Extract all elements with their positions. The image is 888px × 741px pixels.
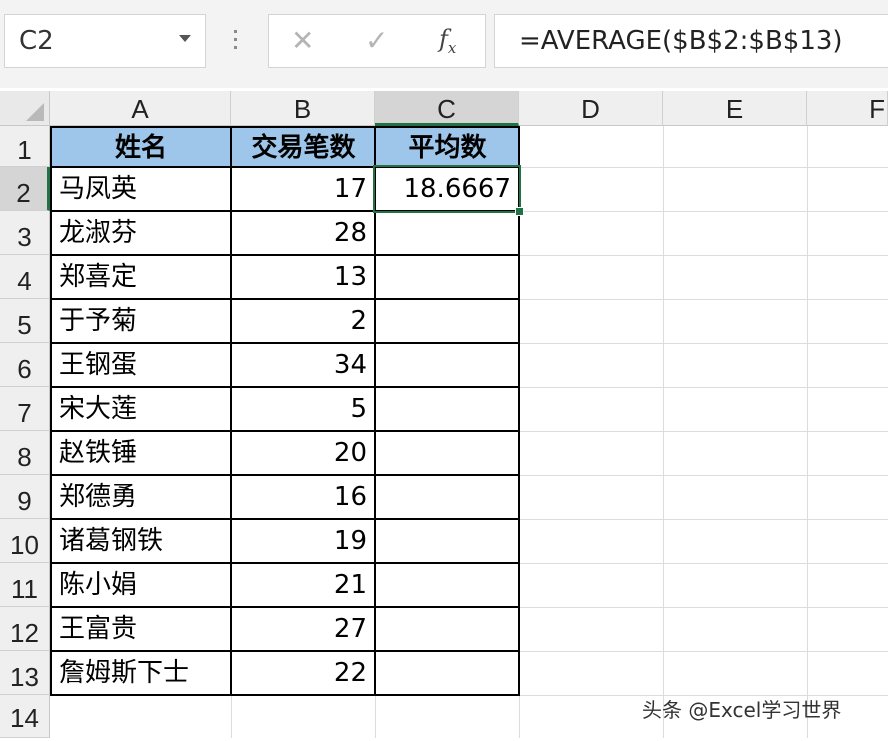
table-border	[50, 694, 520, 696]
chevron-down-icon[interactable]	[179, 35, 191, 42]
table-border	[50, 342, 520, 344]
cell-name[interactable]: 诸葛钢铁	[51, 519, 231, 563]
row-header[interactable]: 3	[0, 211, 50, 255]
cell-name[interactable]: 马凤英	[51, 167, 231, 211]
name-box-value: C2	[19, 26, 54, 56]
column-header-a[interactable]: A	[50, 91, 231, 126]
column-header-e[interactable]: E	[663, 91, 807, 126]
cell-count[interactable]: 28	[232, 211, 375, 255]
table-border	[50, 518, 520, 520]
column-header-c[interactable]: C	[375, 91, 519, 126]
row-header[interactable]: 12	[0, 607, 50, 651]
table-border	[50, 298, 520, 300]
cell-a1[interactable]: 姓名	[51, 127, 231, 167]
cell-count[interactable]: 17	[232, 167, 375, 211]
formula-text: =AVERAGE($B$2:$B$13)	[519, 26, 843, 56]
cell-name[interactable]: 王钢蛋	[51, 343, 231, 387]
cell-name[interactable]: 王富贵	[51, 607, 231, 651]
cancel-icon[interactable]: ✕	[291, 24, 314, 57]
row-header[interactable]: 1	[0, 126, 50, 167]
row-header[interactable]: 2	[0, 167, 50, 211]
cell-count[interactable]: 5	[232, 387, 375, 431]
cell-name[interactable]: 赵铁锤	[51, 431, 231, 475]
cell-count[interactable]: 34	[232, 343, 375, 387]
gridline	[807, 126, 808, 738]
cell-name[interactable]: 陈小娟	[51, 563, 231, 607]
cell-count[interactable]: 22	[232, 651, 375, 695]
formula-bar-area: C2 ✕ ✓ fx =AVERAGE($B$2:$B$13)	[0, 0, 888, 88]
cell-name[interactable]: 詹姆斯下士	[51, 651, 231, 695]
table-border	[50, 650, 520, 652]
table-border	[50, 562, 520, 564]
row-header[interactable]: 14	[0, 695, 50, 738]
name-box[interactable]: C2	[4, 14, 206, 68]
cell-name[interactable]: 郑喜定	[51, 255, 231, 299]
row-header[interactable]: 4	[0, 255, 50, 299]
cell-count[interactable]: 2	[232, 299, 375, 343]
row-header[interactable]: 13	[0, 651, 50, 695]
row-header[interactable]: 8	[0, 431, 50, 475]
row-header[interactable]: 6	[0, 343, 50, 387]
gridline	[663, 126, 664, 738]
select-all-button[interactable]	[0, 91, 50, 126]
table-border	[50, 606, 520, 608]
cell-name[interactable]: 宋大莲	[51, 387, 231, 431]
cell-name[interactable]: 郑德勇	[51, 475, 231, 519]
cell-count[interactable]: 21	[232, 563, 375, 607]
table-border	[50, 474, 520, 476]
cell-c1[interactable]: 平均数	[376, 127, 519, 167]
table-border	[50, 430, 520, 432]
cell-count[interactable]: 13	[232, 255, 375, 299]
column-header-f[interactable]: F	[807, 91, 888, 126]
cell-name[interactable]: 龙淑芬	[51, 211, 231, 255]
cell-count[interactable]: 19	[232, 519, 375, 563]
formula-buttons: ✕ ✓ fx	[268, 14, 486, 68]
cell-b1[interactable]: 交易笔数	[232, 127, 375, 167]
row-header[interactable]: 9	[0, 475, 50, 519]
row-header[interactable]: 10	[0, 519, 50, 563]
formula-input[interactable]: =AVERAGE($B$2:$B$13)	[494, 14, 888, 68]
insert-function-icon[interactable]: fx	[439, 25, 456, 57]
enter-icon[interactable]: ✓	[365, 24, 388, 57]
table-border	[50, 254, 520, 256]
row-header[interactable]: 11	[0, 563, 50, 607]
cell-count[interactable]: 27	[232, 607, 375, 651]
cell-count[interactable]: 20	[232, 431, 375, 475]
row-header[interactable]: 5	[0, 299, 50, 343]
table-border	[50, 386, 520, 388]
fill-handle[interactable]	[515, 207, 524, 216]
row-header[interactable]: 7	[0, 387, 50, 431]
table-border	[50, 126, 520, 128]
drag-handle-icon[interactable]	[234, 30, 238, 54]
active-cell-selection	[373, 165, 521, 213]
cell-count[interactable]: 16	[232, 475, 375, 519]
column-header-b[interactable]: B	[231, 91, 375, 126]
cell-name[interactable]: 于予菊	[51, 299, 231, 343]
column-header-d[interactable]: D	[519, 91, 663, 126]
select-all-icon	[26, 103, 44, 121]
watermark: 头条 @Excel学习世界	[642, 698, 842, 722]
